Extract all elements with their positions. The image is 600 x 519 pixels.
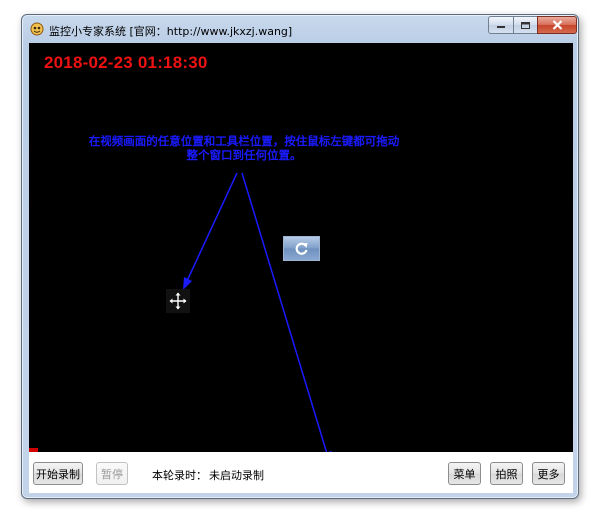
menu-button[interactable]: 菜单 [448, 462, 481, 485]
refresh-icon [295, 242, 308, 255]
drag-instruction-text: 在视频画面的任意位置和工具栏位置，按住鼠标左键都可拖动整个窗口到任何位置。 [88, 134, 400, 162]
more-button[interactable]: 更多 [532, 462, 565, 485]
move-cursor-icon [166, 289, 190, 313]
window-title: 监控小专家系统 [官网：http://www.jkxzj.wang] [49, 25, 293, 38]
minimize-button[interactable] [488, 16, 514, 34]
title-bar[interactable]: 监控小专家系统 [官网：http://www.jkxzj.wang] [22, 15, 578, 43]
video-display[interactable]: 2018-02-23 01:18:30 在视频画面的任意位置和工具栏位置，按住鼠… [29, 43, 573, 452]
record-time-label: 本轮录时： [152, 469, 207, 482]
record-time-value: 未启动录制 [209, 469, 264, 482]
app-window[interactable]: 监控小专家系统 [官网：http://www.jkxzj.wang] 2018-… [21, 14, 579, 499]
start-record-button[interactable]: 开始录制 [33, 462, 83, 485]
video-timestamp: 2018-02-23 01:18:30 [44, 53, 208, 72]
snapshot-button[interactable]: 拍照 [490, 462, 523, 485]
maximize-button[interactable] [513, 16, 538, 34]
bottom-toolbar[interactable]: 开始录制 暂停 本轮录时： 未启动录制 菜单 拍照 更多 [29, 452, 573, 493]
app-logo-icon [30, 22, 44, 36]
close-icon [552, 20, 562, 30]
pause-button[interactable]: 暂停 [96, 462, 128, 485]
close-button[interactable] [537, 16, 577, 34]
move-icon [169, 292, 187, 310]
maximize-icon [521, 21, 530, 29]
minimize-icon [497, 26, 505, 28]
refresh-button[interactable] [283, 236, 320, 261]
